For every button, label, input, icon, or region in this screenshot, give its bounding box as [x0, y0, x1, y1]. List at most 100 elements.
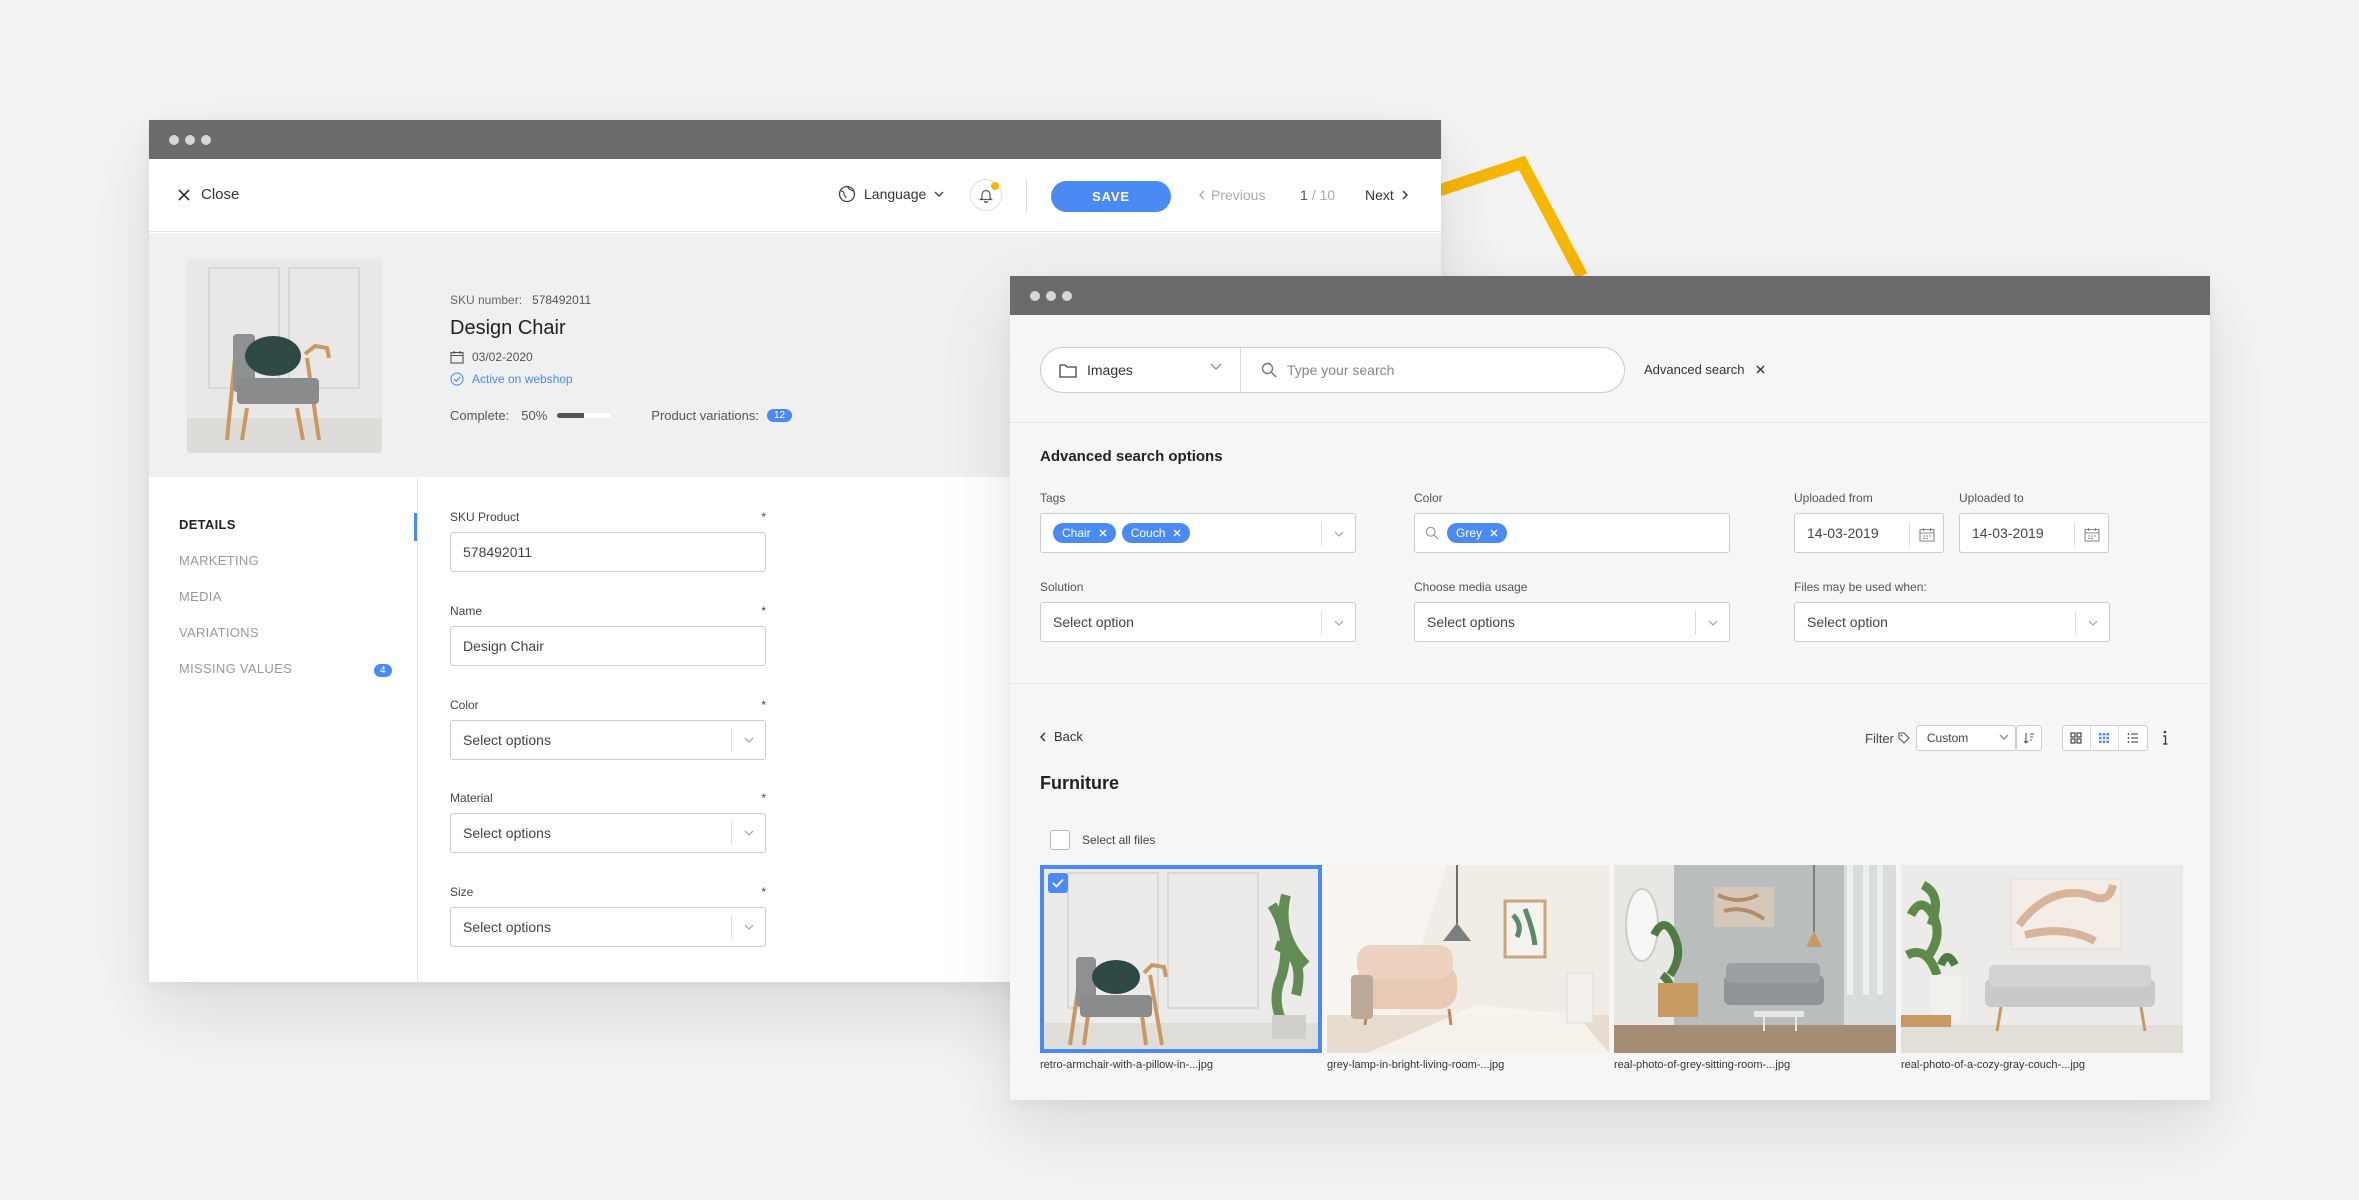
- notifications-button[interactable]: [970, 179, 1002, 211]
- sku-product-input[interactable]: 578492011: [450, 532, 766, 572]
- field-label: Name: [450, 604, 483, 618]
- bell-icon: [979, 189, 993, 203]
- search-icon: [1425, 526, 1439, 540]
- folder-title: Furniture: [1040, 773, 1119, 793]
- color-chip: Grey: [1447, 523, 1508, 543]
- filter-button[interactable]: Filter: [1865, 731, 1910, 746]
- search-input[interactable]: Type your search: [1241, 362, 1624, 378]
- sku-value: 578492011: [532, 293, 592, 307]
- nav-active-indicator: [414, 513, 417, 541]
- window-dot: [1030, 290, 1040, 301]
- media-search-window: Images Type your search Advanced search …: [1010, 276, 2210, 1100]
- sort-icon: [2023, 733, 2034, 744]
- color-filter-input[interactable]: Grey: [1414, 513, 1730, 553]
- select-placeholder: Select option: [1807, 614, 1888, 630]
- usage-conditions-select[interactable]: Select option: [1794, 602, 2110, 642]
- select-all[interactable]: Select all files: [1050, 830, 1155, 850]
- product-meta: SKU number: 578492011 Design Chair 03/02-…: [450, 293, 793, 423]
- save-button[interactable]: SAVE: [1051, 181, 1171, 212]
- solution-select[interactable]: Select option: [1040, 602, 1356, 642]
- view-mode-switch: [2061, 725, 2148, 751]
- field-label: Solution: [1040, 580, 1084, 594]
- window-dot: [201, 134, 211, 145]
- chevron-down-icon: [1210, 363, 1222, 370]
- nav-item-variations[interactable]: VARIATIONS: [179, 625, 259, 640]
- remove-tag-icon[interactable]: [1490, 529, 1498, 537]
- select-all-checkbox[interactable]: [1050, 830, 1070, 850]
- name-input[interactable]: Design Chair: [450, 626, 766, 666]
- date-value: 14-03-2019: [1807, 525, 1879, 541]
- previous-button[interactable]: Previous: [1199, 187, 1265, 203]
- uploaded-from-input[interactable]: 14-03-2019: [1794, 513, 1944, 553]
- search-placeholder: Type your search: [1287, 362, 1395, 378]
- date-value: 14-03-2019: [1972, 525, 2044, 541]
- media-thumbnail[interactable]: [1614, 865, 1896, 1053]
- nav-item-marketing[interactable]: MARKETING: [179, 553, 259, 568]
- back-button[interactable]: Back: [1040, 729, 1083, 744]
- sort-select[interactable]: Custom: [1915, 725, 2016, 751]
- color-select[interactable]: Select options: [450, 720, 766, 760]
- window-dot: [185, 134, 195, 145]
- tags-select[interactable]: Chair Couch: [1040, 513, 1356, 553]
- remove-tag-icon[interactable]: [1173, 529, 1181, 537]
- size-select[interactable]: Select options: [450, 907, 766, 947]
- complete-label: Complete:: [450, 408, 510, 423]
- name-field: Name * Design Chair: [450, 604, 766, 666]
- advanced-search-toggle[interactable]: Advanced search: [1644, 362, 1765, 377]
- close-button[interactable]: Close: [177, 186, 239, 203]
- color-field: Color * Select options: [450, 698, 766, 760]
- language-dropdown[interactable]: Language: [838, 185, 944, 203]
- media-usage-select[interactable]: Select options: [1414, 602, 1730, 642]
- media-source-label: Images: [1087, 362, 1133, 378]
- required-mark: *: [761, 510, 766, 524]
- sku-line: SKU number: 578492011: [450, 293, 792, 307]
- complete-progress-fill: [557, 413, 585, 418]
- select-placeholder: Select options: [463, 732, 551, 748]
- calendar-icon: [450, 351, 464, 364]
- nav-item-media[interactable]: MEDIA: [179, 589, 222, 604]
- sort-order-button[interactable]: [2015, 725, 2042, 751]
- grid-small-icon: [2099, 733, 2110, 743]
- window-titlebar: [1010, 276, 2210, 315]
- media-thumbnail[interactable]: [1327, 865, 1609, 1053]
- complete-value: 50%: [521, 408, 548, 423]
- large-grid-view-button[interactable]: [2063, 726, 2091, 750]
- select-placeholder: Select options: [463, 919, 551, 935]
- select-placeholder: Select options: [463, 825, 551, 841]
- remove-tag-icon[interactable]: [1099, 529, 1107, 537]
- calendar-icon[interactable]: [2074, 522, 2108, 546]
- material-field: Material * Select options: [450, 791, 766, 853]
- chevron-down-icon: [731, 915, 765, 939]
- close-icon[interactable]: [1756, 365, 1765, 374]
- uploaded-to-field: Uploaded to 14-03-2019: [1959, 491, 2109, 553]
- tag-label: Couch: [1130, 526, 1166, 540]
- media-thumbnail[interactable]: [1901, 865, 2183, 1053]
- next-button[interactable]: Next: [1365, 187, 1408, 203]
- list-view-button[interactable]: [2119, 726, 2147, 750]
- thumbnail-checkbox-checked[interactable]: [1048, 873, 1068, 893]
- thumbnail-filename: grey-lamp-in-bright-living-room-...jpg: [1327, 1059, 1505, 1071]
- nav-item-missing-values[interactable]: MISSING VALUES 4: [179, 661, 392, 677]
- media-thumbnail[interactable]: [1040, 865, 1322, 1053]
- chevron-down-icon: [1321, 522, 1355, 546]
- small-grid-view-button[interactable]: [2091, 726, 2119, 750]
- uploaded-from-field: Uploaded from 14-03-2019: [1794, 491, 1944, 553]
- thumbnail-filename: retro-armchair-with-a-pillow-in-...jpg: [1040, 1059, 1213, 1071]
- required-mark: *: [761, 698, 766, 712]
- field-label: Uploaded from: [1794, 491, 1873, 505]
- thumbnail-filename: real-photo-of-a-cozy-gray-couch-...jpg: [1901, 1059, 2086, 1071]
- calendar-icon[interactable]: [1909, 522, 1943, 546]
- editor-toolbar: Close Language SAVE Previous 1 / 10 Next: [149, 159, 1441, 232]
- thumbnail-image: [1040, 865, 1322, 1053]
- media-source-dropdown[interactable]: Images: [1041, 348, 1241, 392]
- nav-item-details[interactable]: DETAILS: [179, 517, 236, 532]
- chevron-right-icon: [1402, 190, 1408, 200]
- uploaded-to-input[interactable]: 14-03-2019: [1959, 513, 2109, 553]
- material-select[interactable]: Select options: [450, 813, 766, 853]
- pager: 1 / 10: [1300, 187, 1335, 203]
- notification-dot: [991, 182, 999, 190]
- sort-value: Custom: [1926, 731, 1969, 745]
- color-chip-label: Grey: [1456, 526, 1483, 540]
- info-icon[interactable]: [2162, 730, 2168, 746]
- variations-label: Product variations:: [651, 408, 759, 423]
